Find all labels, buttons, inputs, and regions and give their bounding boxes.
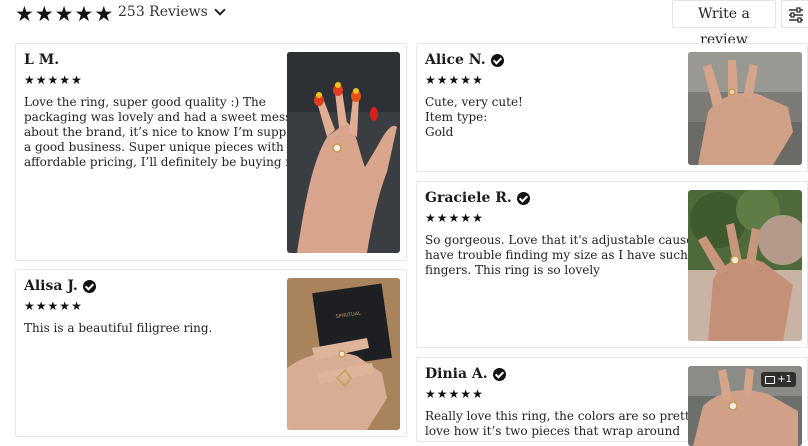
verified-badge-icon [492,367,506,381]
star-icon: ★ [71,299,82,313]
star-icon: ★ [24,299,35,313]
star-icon: ★ [24,73,35,87]
review-card: Graciele R. ★ ★ ★ ★ ★ So gorgeous. Love that… [416,181,808,348]
review-card: Alisa J. ★ ★ ★ ★ ★ This is a beautiful filig… [15,269,407,437]
star-icon: ★ [94,2,114,26]
review-count-dropdown[interactable]: 253 Reviews [118,4,226,20]
verified-badge-icon [82,279,96,293]
star-icon: ★ [472,211,483,225]
reviewer-name-text: Alisa J. [24,278,78,294]
star-icon: ★ [460,387,472,401]
review-card: Alice N. ★ ★ ★ ★ ★ Cute, very cute! Item typ… [416,43,808,172]
review-photo[interactable] [688,190,802,341]
reviewer-name: Graciele R. [425,190,530,206]
star-icon: ★ [448,211,460,225]
review-stars: ★ ★ ★ ★ ★ [24,74,82,86]
verified-badge-icon [490,53,504,67]
reviewer-name-text: Dinia A. [425,366,488,382]
review-text: So gorgeous. Love that it's adjustable c… [425,233,716,277]
star-icon: ★ [54,2,74,26]
review-photo[interactable]: SPIRITUAL [287,278,400,430]
star-icon: ★ [448,73,460,87]
review-stars: ★ ★ ★ ★ ★ [425,74,483,86]
review-stars: ★ ★ ★ ★ ★ [425,388,483,400]
star-icon: ★ [460,211,472,225]
star-icon: ★ [472,387,483,401]
star-icon: ★ [472,73,483,87]
reviewer-name: Alice N. [425,52,504,68]
review-stars: ★ ★ ★ ★ ★ [425,212,483,224]
reviewer-name: Alisa J. [24,278,96,294]
star-icon: ★ [15,2,34,26]
more-photos-badge: +1 [761,372,796,387]
review-stars: ★ ★ ★ ★ ★ [24,300,82,312]
photos-icon [765,375,776,384]
review-text: Love the ring, super good quality :) The… [24,95,323,169]
star-icon: ★ [59,299,71,313]
review-count-label: 253 Reviews [118,4,208,20]
star-icon: ★ [460,73,472,87]
star-icon: ★ [59,73,71,87]
star-icon: ★ [35,73,47,87]
review-card: L M. ★ ★ ★ ★ ★ Love the ring, super good qua… [15,43,407,261]
reviewer-name-text: Alice N. [425,52,486,68]
star-icon: ★ [448,387,460,401]
sliders-icon [789,7,803,23]
star-icon: ★ [34,2,54,26]
reviewer-name: Dinia A. [425,366,506,382]
star-icon: ★ [35,299,47,313]
star-icon: ★ [436,73,448,87]
review-photo[interactable] [287,52,400,253]
star-icon: ★ [74,2,94,26]
reviews-header: ★ ★ ★ ★ ★ 253 Reviews Write a review [0,0,808,48]
write-review-button[interactable]: Write a review [672,0,776,48]
star-icon: ★ [425,73,436,87]
review-text: Really love this ring, the colors are so… [425,409,731,438]
star-icon: ★ [47,73,59,87]
star-icon: ★ [436,211,448,225]
review-photo[interactable]: +1 [688,366,802,446]
reviewer-name-text: Graciele R. [425,190,512,206]
filter-button[interactable] [781,0,808,28]
star-icon: ★ [47,299,59,313]
star-icon: ★ [71,73,82,87]
review-photo[interactable] [688,52,802,165]
star-icon: ★ [425,387,436,401]
star-icon: ★ [436,387,448,401]
reviewer-name: L M. [24,52,59,68]
verified-badge-icon [516,191,530,205]
review-card: Dinia A. ★ ★ ★ ★ ★ Really love this ring, th… [416,357,808,446]
chevron-down-icon [214,4,226,16]
star-icon: ★ [425,211,436,225]
average-rating-stars: ★ ★ ★ ★ ★ [15,2,114,26]
reviewer-name-text: L M. [24,52,60,68]
review-text: Cute, very cute! Item type: Gold [425,95,523,139]
more-photos-count: +1 [777,374,792,385]
review-text: This is a beautiful filigree ring. [24,321,213,335]
